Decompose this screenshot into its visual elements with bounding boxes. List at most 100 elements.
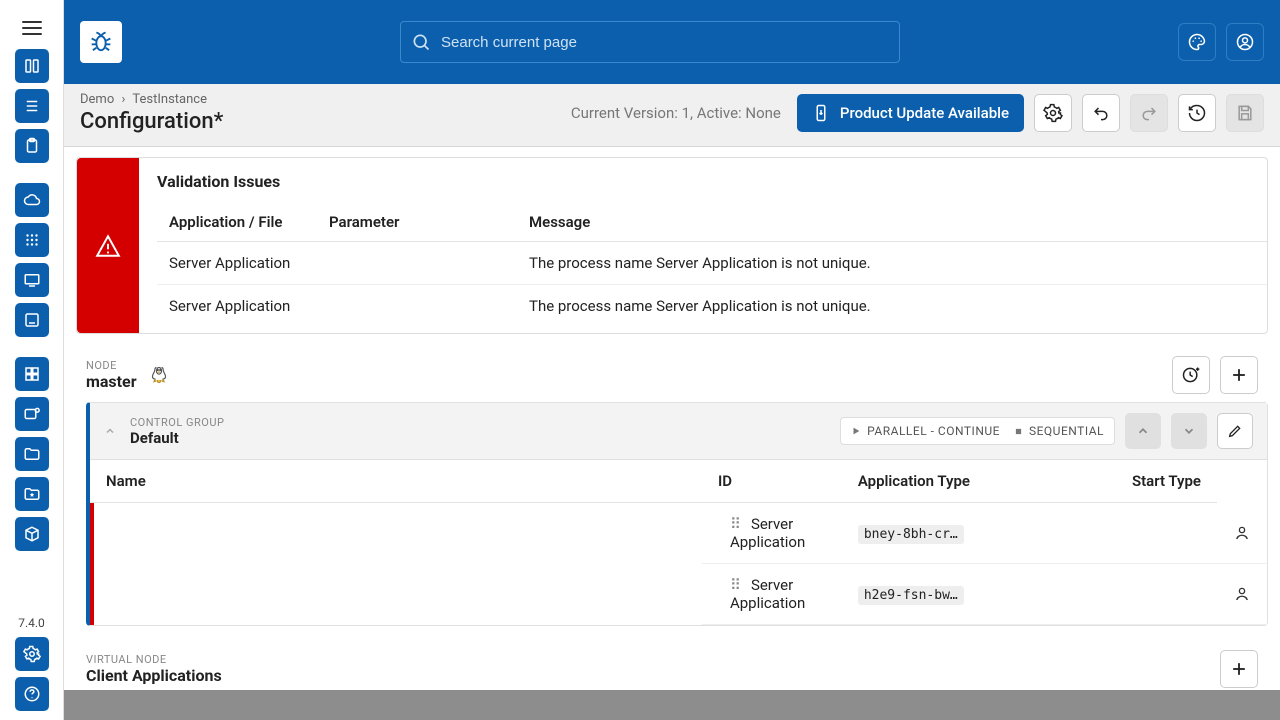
menu-icon[interactable] — [20, 16, 44, 40]
node-header: NODE master — [76, 354, 1268, 402]
nav-help[interactable] — [15, 677, 49, 711]
node-name: master — [86, 372, 137, 391]
save-button — [1226, 94, 1264, 132]
search-input[interactable] — [441, 34, 889, 51]
palette-icon — [1187, 32, 1207, 52]
save-icon — [1235, 103, 1255, 123]
clock-plus-icon — [1181, 365, 1201, 385]
proc-col-id: ID — [702, 460, 842, 503]
main: Demo › TestInstance Configuration* Curre… — [64, 0, 1280, 690]
undo-button[interactable] — [1082, 94, 1120, 132]
update-available-button[interactable]: Product Update Available — [797, 94, 1024, 132]
nav-config[interactable] — [15, 397, 49, 431]
device-update-icon — [812, 104, 830, 122]
add-process-button[interactable] — [1220, 356, 1258, 394]
validation-col-app: Application / File — [157, 203, 317, 242]
move-group-up-button — [1125, 413, 1161, 449]
proc-col-type: Application Type — [842, 460, 1070, 503]
edit-group-button[interactable] — [1217, 413, 1253, 449]
search-icon — [411, 32, 431, 52]
process-type — [1069, 503, 1217, 564]
vnode-name: Client Applications — [86, 666, 222, 685]
manual-start-icon — [1233, 524, 1251, 542]
nav-dashboard[interactable] — [15, 49, 49, 83]
quick-add-button[interactable] — [1172, 356, 1210, 394]
process-type — [1069, 564, 1217, 625]
mode-sequential-label: SEQUENTIAL — [1029, 424, 1104, 438]
chevron-up-icon[interactable] — [104, 425, 116, 437]
process-id: bney-8bh-cr… — [858, 525, 964, 544]
breadcrumb-root[interactable]: Demo — [80, 92, 114, 107]
nav-cloud[interactable] — [15, 183, 49, 217]
nav-package[interactable] — [15, 517, 49, 551]
validation-cell-msg: The process name Server Application is n… — [517, 242, 1267, 285]
nav-settings[interactable] — [15, 637, 49, 671]
topbar — [64, 0, 1280, 84]
chevron-down-icon — [1182, 424, 1196, 438]
validation-col-param: Parameter — [317, 203, 517, 242]
process-id: h2e9-fsn-bw… — [858, 586, 964, 605]
user-icon — [1235, 32, 1255, 52]
validation-panel: Validation Issues Application / File Par… — [76, 157, 1268, 334]
breadcrumb[interactable]: Demo › TestInstance — [80, 92, 571, 107]
version-label: 7.4.0 — [18, 616, 45, 634]
account-button[interactable] — [1226, 23, 1264, 61]
breadcrumb-leaf[interactable]: TestInstance — [132, 92, 207, 107]
validation-cell-msg: The process name Server Application is n… — [517, 285, 1267, 328]
nav-apps[interactable] — [15, 223, 49, 257]
mode-parallel-label: PARALLEL - CONTINUE — [867, 424, 1000, 438]
redo-icon — [1139, 103, 1159, 123]
version-status: Current Version: 1, Active: None — [571, 104, 781, 122]
group-mode-chip[interactable]: PARALLEL - CONTINUE SEQUENTIAL — [840, 417, 1115, 445]
validation-cell-param — [317, 242, 517, 285]
drag-handle-icon[interactable]: ⠿ — [730, 576, 741, 594]
validation-cell-app: Server Application — [157, 285, 317, 328]
nav-storage[interactable] — [15, 303, 49, 337]
proc-col-start: Start Type — [1069, 460, 1217, 503]
process-row[interactable]: ⠿Server Application h2e9-fsn-bw… — [90, 564, 1267, 625]
node-overline: NODE — [86, 359, 137, 372]
validation-severity — [77, 158, 139, 333]
plus-icon — [1229, 659, 1249, 679]
process-row[interactable]: ⠿Server Application bney-8bh-cr… — [90, 503, 1267, 564]
control-group-header: CONTROL GROUP Default PARALLEL - CONTINU… — [90, 403, 1267, 460]
update-available-label: Product Update Available — [840, 104, 1009, 122]
nav-clipboard[interactable] — [15, 129, 49, 163]
validation-row[interactable]: Server Application The process name Serv… — [157, 285, 1267, 328]
validation-cell-app: Server Application — [157, 242, 317, 285]
content-area: Validation Issues Application / File Par… — [64, 147, 1280, 690]
nav-folder[interactable] — [15, 437, 49, 471]
nav-desktop[interactable] — [15, 263, 49, 297]
redo-button — [1130, 94, 1168, 132]
theme-button[interactable] — [1178, 23, 1216, 61]
process-name: Server Application — [730, 576, 805, 612]
history-icon — [1187, 103, 1207, 123]
validation-col-msg: Message — [517, 203, 1267, 242]
drag-handle-icon[interactable]: ⠿ — [730, 515, 741, 533]
nav-instances[interactable] — [15, 89, 49, 123]
validation-row[interactable]: Server Application The process name Serv… — [157, 242, 1267, 285]
validation-table: Application / File Parameter Message Ser… — [157, 203, 1267, 327]
validation-cell-param — [317, 285, 517, 328]
pencil-icon — [1227, 423, 1243, 439]
breadcrumb-sep: › — [121, 92, 125, 107]
plus-icon — [1229, 365, 1249, 385]
nav-folder-star[interactable] — [15, 477, 49, 511]
search-box[interactable] — [400, 21, 900, 63]
stop-icon — [1014, 427, 1023, 436]
page-title: Configuration* — [80, 109, 571, 134]
manual-start-icon — [1233, 585, 1251, 603]
control-group: CONTROL GROUP Default PARALLEL - CONTINU… — [86, 402, 1268, 626]
vnode-overline: VIRTUAL NODE — [86, 653, 222, 666]
linux-icon — [149, 364, 169, 386]
undo-icon — [1091, 103, 1111, 123]
app-logo[interactable] — [80, 21, 122, 63]
add-client-app-button[interactable] — [1220, 650, 1258, 688]
move-group-down-button — [1171, 413, 1207, 449]
instance-settings-button[interactable] — [1034, 94, 1072, 132]
nav-grid[interactable] — [15, 357, 49, 391]
left-rail: 7.4.0 — [0, 0, 64, 720]
page-header: Demo › TestInstance Configuration* Curre… — [64, 84, 1280, 147]
group-overline: CONTROL GROUP — [130, 416, 224, 429]
history-button[interactable] — [1178, 94, 1216, 132]
